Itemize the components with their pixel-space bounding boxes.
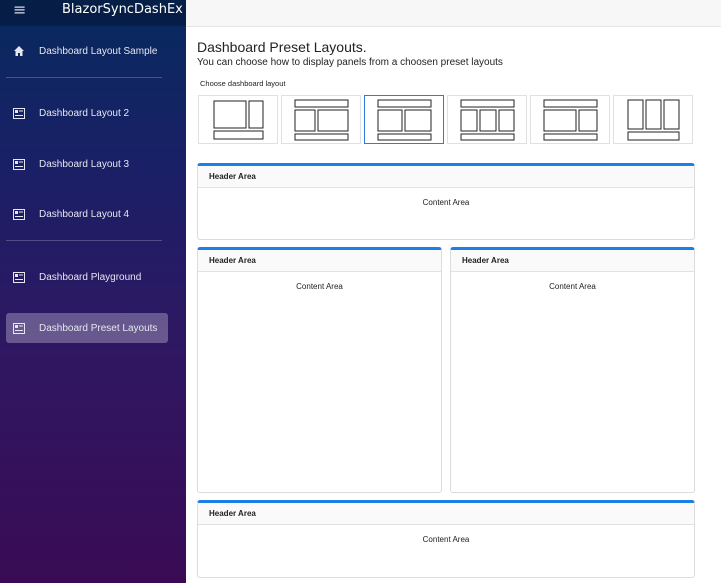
layout-icon — [12, 321, 26, 335]
sidebar-item-label: Dashboard Playground — [39, 271, 142, 283]
layout-option-6[interactable] — [613, 95, 693, 144]
sidebar-item-label: Dashboard Preset Layouts — [39, 322, 158, 334]
sidebar-item-dashboard-layout-4[interactable]: Dashboard Layout 4 — [6, 199, 168, 229]
sidebar-item-dashboard-layout-sample[interactable]: Dashboard Layout Sample — [6, 36, 168, 66]
app-brand[interactable]: BlazorSyncDashEx — [62, 2, 183, 17]
layout-icon — [12, 157, 26, 171]
layout-option-2[interactable] — [281, 95, 361, 144]
home-icon — [12, 44, 26, 58]
sidebar-divider — [6, 240, 162, 241]
sidebar-divider — [6, 77, 162, 78]
dashboard-panel-left[interactable]: Header Area Content Area — [197, 247, 442, 493]
sidebar: ≡ BlazorSyncDashEx Dashboard Layout Samp… — [0, 0, 186, 583]
layout-option-3[interactable] — [364, 95, 444, 144]
panel-header: Header Area — [451, 250, 694, 272]
sidebar-item-label: Dashboard Layout 2 — [39, 107, 130, 119]
layout-option-5[interactable] — [530, 95, 610, 144]
layout-icon — [12, 207, 26, 221]
page-title: Dashboard Preset Layouts. — [197, 39, 367, 55]
layout-option-1[interactable] — [198, 95, 278, 144]
panel-header: Header Area — [198, 250, 441, 272]
dashboard-panel-right[interactable]: Header Area Content Area — [450, 247, 695, 493]
sidebar-item-label: Dashboard Layout 4 — [39, 208, 130, 220]
panel-content: Content Area — [422, 535, 470, 544]
page-subtitle: You can choose how to display panels fro… — [197, 57, 503, 68]
layout-icon — [12, 270, 26, 284]
panel-header: Header Area — [198, 503, 694, 525]
hamburger-menu-icon[interactable]: ≡ — [13, 0, 26, 20]
panel-header: Header Area — [198, 166, 694, 188]
panel-content: Content Area — [296, 282, 343, 291]
sidebar-item-label: Dashboard Layout Sample — [39, 45, 158, 57]
dashboard-panel-bottom[interactable]: Header Area Content Area — [197, 500, 695, 578]
panel-content: Content Area — [422, 198, 470, 207]
layout-icon — [12, 106, 26, 120]
sidebar-item-dashboard-playground[interactable]: Dashboard Playground — [6, 262, 168, 292]
sidebar-item-dashboard-preset-layouts[interactable]: Dashboard Preset Layouts — [6, 313, 168, 343]
sidebar-item-dashboard-layout-2[interactable]: Dashboard Layout 2 — [6, 98, 168, 128]
layout-option-4[interactable] — [447, 95, 527, 144]
top-bar — [186, 0, 721, 27]
panel-content: Content Area — [549, 282, 596, 291]
choose-layout-label: Choose dashboard layout — [200, 79, 286, 88]
brand-bar: ≡ BlazorSyncDashEx — [0, 0, 186, 26]
sidebar-item-dashboard-layout-3[interactable]: Dashboard Layout 3 — [6, 149, 168, 179]
dashboard-panel-top[interactable]: Header Area Content Area — [197, 163, 695, 240]
sidebar-item-label: Dashboard Layout 3 — [39, 158, 130, 170]
